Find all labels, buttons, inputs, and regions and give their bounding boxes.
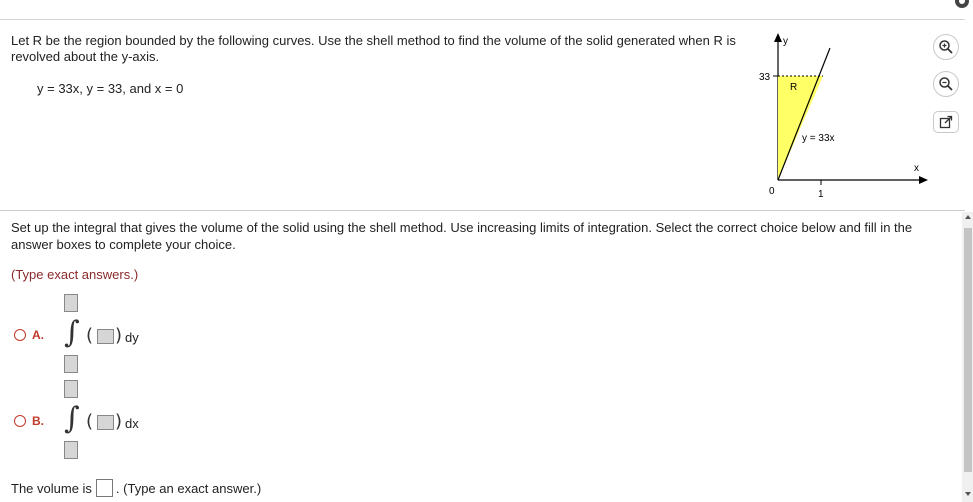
region-graph: y x 33 0 1 R y = 33x <box>759 33 928 200</box>
choice-a-integral-sign: ∫ <box>64 315 80 350</box>
choice-a-close-paren: ) <box>115 325 123 346</box>
x-tick-label: 1 <box>818 189 824 200</box>
scrollbar-thumb[interactable] <box>964 228 972 472</box>
choice-b-integral-sign: ∫ <box>64 401 80 436</box>
popout-button[interactable] <box>933 111 959 133</box>
choice-b-lower-limit-box[interactable] <box>64 441 78 459</box>
region-label: R <box>790 82 797 93</box>
problem-equation: y = 33x, y = 33, and x = 0 <box>37 81 184 96</box>
choice-a-lower-limit-box[interactable] <box>64 355 78 373</box>
volume-answer-row: The volume is . (Type an exact answer.) <box>11 479 261 497</box>
choice-b-radio[interactable] <box>14 415 26 427</box>
top-divider <box>0 19 965 20</box>
choice-b-label: B. <box>32 414 44 428</box>
x-axis-arrow <box>919 176 928 184</box>
choice-a-upper-limit-box[interactable] <box>64 294 78 312</box>
curve-label: y = 33x <box>802 133 835 144</box>
volume-prefix: The volume is <box>11 480 92 496</box>
question-instruction: Set up the integral that gives the volum… <box>11 220 913 252</box>
volume-answer-box[interactable] <box>95 479 113 497</box>
x-axis-label: x <box>914 163 919 174</box>
origin-label: 0 <box>769 186 775 197</box>
choice-b-close-paren: ) <box>115 411 123 432</box>
choice-a-radio[interactable] <box>14 329 26 341</box>
choice-b-integrand-box[interactable] <box>97 415 114 430</box>
external-link-icon <box>939 115 953 129</box>
y-axis-label: y <box>783 36 788 47</box>
question-hint: (Type exact answers.) <box>11 267 139 282</box>
section-divider <box>0 210 965 211</box>
choice-a-label: A. <box>32 328 44 342</box>
choice-b-variable: dx <box>125 416 139 431</box>
choice-a-integrand-box[interactable] <box>97 329 114 344</box>
y-axis-arrow <box>774 33 782 42</box>
zoom-out-button[interactable] <box>933 71 959 97</box>
choice-b-upper-limit-box[interactable] <box>64 380 78 398</box>
volume-suffix: . (Type an exact answer.) <box>115 480 262 496</box>
choice-a-variable: dy <box>125 330 139 345</box>
choice-b-open-paren: ( <box>86 411 94 432</box>
gear-icon[interactable] <box>951 0 973 12</box>
zoom-in-icon <box>939 40 953 54</box>
scroll-up-arrow-icon[interactable] <box>963 213 973 221</box>
choice-a-open-paren: ( <box>86 325 94 346</box>
zoom-in-button[interactable] <box>933 34 959 60</box>
zoom-out-icon <box>939 77 953 91</box>
y-tick-label: 33 <box>759 72 771 83</box>
problem-statement: Let R be the region bounded by the follo… <box>11 33 736 64</box>
scroll-down-arrow-icon[interactable] <box>963 490 973 498</box>
